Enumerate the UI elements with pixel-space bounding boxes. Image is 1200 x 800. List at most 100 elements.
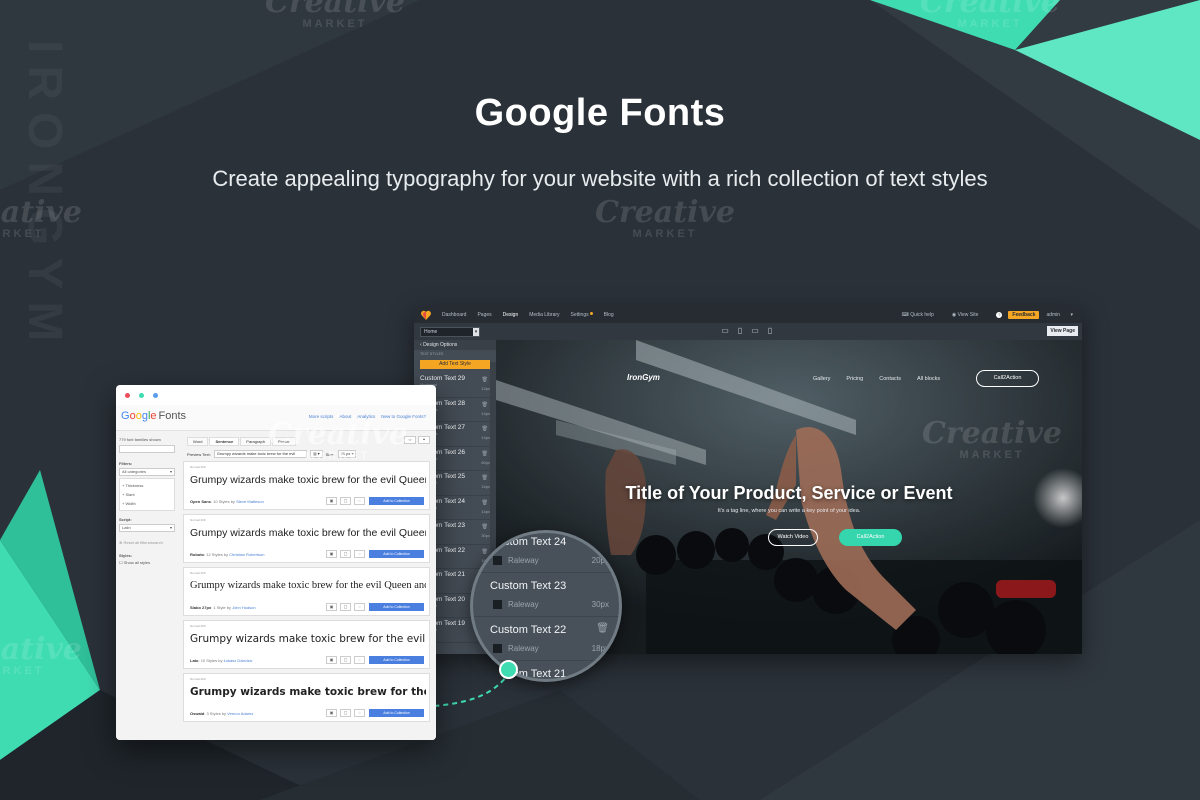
watermark: CreativeMARKET <box>268 417 408 463</box>
quick-use-icon[interactable]: ▣ <box>326 497 337 505</box>
add-to-collection-button[interactable]: Add to Collection <box>369 709 424 717</box>
font-style-count: 1 Style by <box>213 605 231 610</box>
quick-use-icon[interactable]: ▣ <box>326 656 337 664</box>
font-author[interactable]: Steve Matteson <box>236 499 264 504</box>
magnified-style-name: Custom Text 24 <box>490 536 567 548</box>
show-all-styles-label: Show all styles <box>123 560 151 565</box>
font-card-style: Normal 400 <box>190 465 206 469</box>
magnified-style-name: Custom Text 23 <box>490 580 567 592</box>
tab-sentence[interactable]: Sentence <box>209 437 240 446</box>
connector-dot <box>499 660 518 679</box>
chevron-down-icon: ▾ <box>169 525 172 530</box>
magnified-text-style-item[interactable]: Custom Text 23 Raleway 30px <box>473 573 619 617</box>
comment-icon[interactable]: ◌ <box>354 709 365 717</box>
filter-width[interactable]: + Width <box>122 499 172 508</box>
font-count: 779 font families shown <box>119 437 161 442</box>
quick-use-icon[interactable]: ▣ <box>326 603 337 611</box>
magnified-style-size: 20px <box>591 556 609 565</box>
pop-out-icon[interactable]: ▢ <box>340 656 351 664</box>
font-author[interactable]: Vernon Adams <box>227 711 253 716</box>
quick-use-icon[interactable]: ▣ <box>326 709 337 717</box>
font-style-count: 10 Styles by <box>213 499 235 504</box>
magnified-style-size: 30px <box>591 600 609 609</box>
font-author[interactable]: John Hudson <box>232 605 256 610</box>
filter-list: + Thickness + Slant + Width <box>119 478 175 511</box>
font-sample-text: Grumpy wizards make toxic brew for the e… <box>190 474 426 486</box>
comment-icon[interactable]: ◌ <box>354 497 365 505</box>
add-to-collection-button[interactable]: Add to Collection <box>369 656 424 664</box>
filters-label: Filters: <box>119 461 133 466</box>
script-label: Script: <box>119 517 132 522</box>
font-card: Normal 400 Grumpy wizards make toxic brew… <box>183 514 430 563</box>
font-family-name[interactable]: Oswald <box>190 711 204 716</box>
font-author[interactable]: Christian Robertson <box>229 552 264 557</box>
add-to-collection-button[interactable]: Add to Collection <box>369 603 424 611</box>
font-family-name[interactable]: Slabo 27px <box>190 605 211 610</box>
preview-text-label: Preview Text: <box>187 451 211 457</box>
font-author[interactable]: Łukasz Dziedzic <box>224 658 253 663</box>
pop-out-icon[interactable]: ▢ <box>340 603 351 611</box>
font-style-count: 12 Styles by <box>206 552 229 557</box>
magnified-style-font: Raleway <box>508 644 539 653</box>
trash-icon[interactable]: 🗑 <box>596 623 609 634</box>
color-swatch[interactable] <box>493 556 502 565</box>
gf-sidebar: 779 font families shown Filters: All cat… <box>116 431 178 740</box>
color-swatch[interactable] <box>493 600 502 609</box>
font-style-count: 10 Styles by <box>200 658 223 663</box>
magnified-text-style-item[interactable]: Custom Text 22 Raleway 18px 🗑 <box>473 617 619 661</box>
filter-slant[interactable]: + Slant <box>122 490 172 499</box>
font-card-style: Normal 400 <box>190 571 206 575</box>
google-fonts-window: Google Fonts More scripts About Analytics… <box>116 385 436 740</box>
pop-out-icon[interactable]: ▢ <box>340 497 351 505</box>
category-select[interactable]: All categories ▾ <box>119 468 175 476</box>
font-card-meta: Oswald: 3 Styles by Vernon Adams <box>190 711 254 716</box>
font-card-meta: Slabo 27px: 1 Style by John Hudson <box>190 605 256 610</box>
tab-paragraph[interactable]: Paragraph <box>240 437 271 446</box>
font-card-style: Normal 400 <box>190 624 206 628</box>
fonts-wordmark: Fonts <box>158 410 187 422</box>
add-to-collection-button[interactable]: Add to Collection <box>369 550 424 558</box>
font-family-name[interactable]: Lato <box>190 658 198 663</box>
magnified-style-size: 18px <box>591 644 609 653</box>
window-controls <box>116 385 436 405</box>
show-all-styles-checkbox[interactable]: ☐ Show all styles <box>119 560 175 565</box>
font-sample-text: Grumpy wizards make toxic brew for the e… <box>190 580 426 591</box>
minimize-dot-icon[interactable] <box>139 392 144 398</box>
pop-out-icon[interactable]: ▢ <box>340 709 351 717</box>
comment-icon[interactable]: ◌ <box>354 550 365 558</box>
pop-out-icon[interactable]: ▢ <box>340 550 351 558</box>
comment-icon[interactable]: ◌ <box>354 656 365 664</box>
font-family-name[interactable]: Open Sans <box>190 499 211 504</box>
font-sample-text: Grumpy wizards make toxic brew for the e… <box>190 686 426 698</box>
magnified-style-name: Custom Text 22 <box>490 624 567 636</box>
magnified-text-style-item[interactable]: Custom Text 21 <box>473 661 619 679</box>
reset-filters-label: Reset all filters/search <box>123 540 163 545</box>
magnified-style-font: Raleway <box>508 556 539 565</box>
tab-word[interactable]: Word <box>187 437 209 446</box>
font-search-input[interactable] <box>119 445 175 453</box>
grid-icon[interactable]: ▪ <box>418 436 430 444</box>
font-card-meta: Roboto: 12 Styles by Christian Robertson <box>190 552 265 557</box>
font-card: Normal 400 Grumpy wizards make toxic brew… <box>183 461 430 510</box>
font-card: Normal 400 Grumpy wizards make toxic brew… <box>183 673 430 722</box>
category-value: All categories <box>122 469 147 474</box>
font-card-style: Normal 400 <box>190 677 206 681</box>
add-to-collection-button[interactable]: Add to Collection <box>369 497 424 505</box>
magnified-text-style-item[interactable]: Custom Text 24 Raleway 20px <box>473 533 619 573</box>
font-style-count: 3 Styles by <box>206 711 227 716</box>
script-value: Latin <box>122 525 131 530</box>
script-select[interactable]: Latin ▾ <box>119 524 175 532</box>
font-family-name[interactable]: Roboto <box>190 552 204 557</box>
google-wordmark: Google <box>121 410 157 422</box>
font-sample-text: Grumpy wizards make toxic brew for the e… <box>190 633 426 645</box>
comment-icon[interactable]: ◌ <box>354 603 365 611</box>
reset-filters-link[interactable]: ⊗ Reset all filters/search <box>119 540 175 545</box>
color-swatch[interactable] <box>493 644 502 653</box>
quick-use-icon[interactable]: ▣ <box>326 550 337 558</box>
filter-thickness[interactable]: + Thickness <box>122 481 172 490</box>
styles-label: Styles: <box>119 553 133 558</box>
google-fonts-logo[interactable]: Google Fonts <box>121 410 186 422</box>
font-card-style: Normal 400 <box>190 518 206 522</box>
close-dot-icon[interactable] <box>125 392 130 398</box>
maximize-dot-icon[interactable] <box>153 392 158 398</box>
